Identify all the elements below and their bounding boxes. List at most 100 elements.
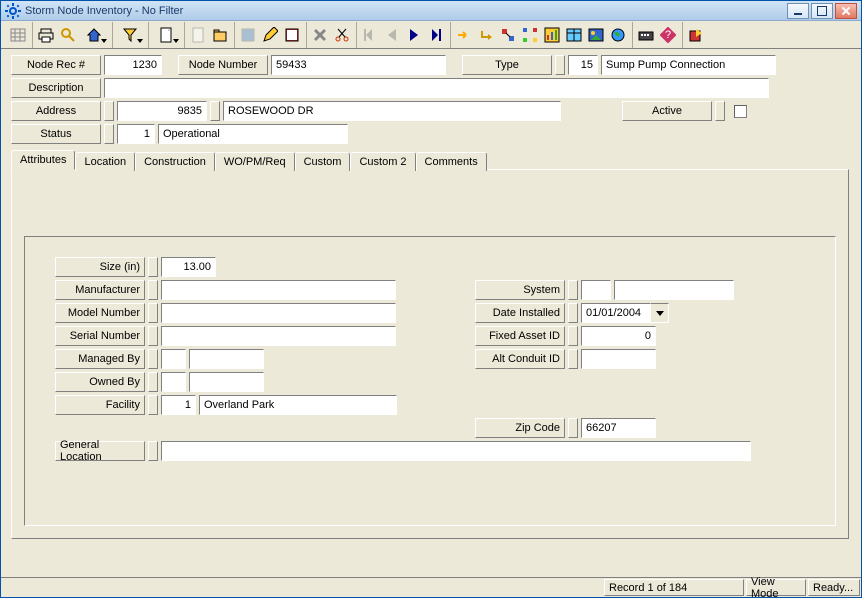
node-rec-field[interactable]: 1230 <box>104 55 162 75</box>
date-dropdown-button[interactable] <box>651 303 669 323</box>
node-number-field[interactable]: 59433 <box>271 55 446 75</box>
status-desc-field[interactable]: Operational <box>158 124 348 144</box>
cut-icon[interactable] <box>331 24 353 46</box>
date-installed-field[interactable]: 01/01/2004 <box>581 303 651 323</box>
tab-custom2[interactable]: Custom 2 <box>350 152 415 171</box>
facility-code-field[interactable]: 1 <box>161 395 196 415</box>
node-rec-label: Node Rec # <box>11 55 101 75</box>
new-icon[interactable] <box>187 24 209 46</box>
alt-conduit-label: Alt Conduit ID <box>475 349 565 369</box>
status-label: Status <box>11 124 101 144</box>
keyboard-icon[interactable] <box>635 24 657 46</box>
tab-wo-pm-req[interactable]: WO/PM/Req <box>215 152 295 171</box>
status-ready: Ready... <box>808 579 860 596</box>
tab-location[interactable]: Location <box>75 152 135 171</box>
active-label: Active <box>622 101 712 121</box>
type-desc-field[interactable]: Sump Pump Connection <box>601 55 776 75</box>
managed-lookup[interactable] <box>148 349 158 369</box>
active-lookup[interactable] <box>715 101 725 121</box>
window-title: Storm Node Inventory - No Filter <box>25 5 787 17</box>
system-field[interactable] <box>614 280 734 300</box>
help-icon[interactable]: ? <box>657 24 679 46</box>
size-lookup[interactable] <box>148 257 158 277</box>
manufacturer-label: Manufacturer <box>55 280 145 300</box>
exit-icon[interactable] <box>685 24 707 46</box>
tab-construction[interactable]: Construction <box>135 152 215 171</box>
manufacturer-field[interactable] <box>161 280 396 300</box>
managed-field[interactable] <box>189 349 264 369</box>
tab-strip: Attributes Location Construction WO/PM/R… <box>11 150 849 169</box>
image-icon[interactable] <box>585 24 607 46</box>
filter-icon[interactable] <box>115 24 145 46</box>
facility-field[interactable]: Overland Park <box>199 395 397 415</box>
goto-icon[interactable] <box>453 24 475 46</box>
next-icon[interactable] <box>403 24 425 46</box>
print-icon[interactable] <box>35 24 57 46</box>
active-checkbox[interactable] <box>734 105 747 118</box>
home-icon[interactable] <box>79 24 109 46</box>
size-field[interactable]: 13.00 <box>161 257 216 277</box>
refresh-icon[interactable] <box>475 24 497 46</box>
link-icon[interactable] <box>497 24 519 46</box>
grid-icon[interactable] <box>7 24 29 46</box>
first-icon[interactable] <box>359 24 381 46</box>
tab-content: Size (in) 13.00 Manufacturer Model Numbe… <box>11 169 849 539</box>
svg-text:?: ? <box>665 29 671 41</box>
status-lookup[interactable] <box>104 124 114 144</box>
book-icon[interactable] <box>281 24 303 46</box>
manufacturer-lookup[interactable] <box>148 280 158 300</box>
system-code-field[interactable] <box>581 280 611 300</box>
fixed-asset-lookup[interactable] <box>568 326 578 346</box>
delete-icon[interactable] <box>309 24 331 46</box>
address-street-field[interactable]: ROSEWOOD DR <box>223 101 561 121</box>
managed-code-field[interactable] <box>161 349 186 369</box>
general-loc-field[interactable] <box>161 441 751 461</box>
maximize-button[interactable] <box>811 3 833 19</box>
tab-custom[interactable]: Custom <box>295 152 351 171</box>
last-icon[interactable] <box>425 24 447 46</box>
zip-lookup[interactable] <box>568 418 578 438</box>
owned-field[interactable] <box>189 372 264 392</box>
serial-lookup[interactable] <box>148 326 158 346</box>
model-lookup[interactable] <box>148 303 158 323</box>
type-label: Type <box>462 55 552 75</box>
open-icon[interactable] <box>209 24 231 46</box>
tab-attributes[interactable]: Attributes <box>11 150 75 170</box>
status-code-field[interactable]: 1 <box>117 124 155 144</box>
system-lookup[interactable] <box>568 280 578 300</box>
close-button[interactable] <box>835 3 857 19</box>
date-lookup[interactable] <box>568 303 578 323</box>
model-label: Model Number <box>55 303 145 323</box>
table-icon[interactable] <box>563 24 585 46</box>
document-icon[interactable] <box>151 24 181 46</box>
serial-field[interactable] <box>161 326 396 346</box>
type-code-field[interactable]: 15 <box>568 55 598 75</box>
node-number-label: Node Number <box>178 55 268 75</box>
alt-conduit-lookup[interactable] <box>568 349 578 369</box>
description-label: Description <box>11 78 101 98</box>
type-lookup[interactable] <box>555 55 565 75</box>
zip-field[interactable]: 66207 <box>581 418 656 438</box>
fixed-asset-field[interactable]: 0 <box>581 326 656 346</box>
tab-comments[interactable]: Comments <box>416 152 487 171</box>
street-lookup[interactable] <box>210 101 220 121</box>
fixed-asset-label: Fixed Asset ID <box>475 326 565 346</box>
save-icon[interactable] <box>237 24 259 46</box>
chart-icon[interactable] <box>541 24 563 46</box>
facility-lookup[interactable] <box>148 395 158 415</box>
alt-conduit-field[interactable] <box>581 349 656 369</box>
find-icon[interactable] <box>57 24 79 46</box>
address-num-field[interactable]: 9835 <box>117 101 207 121</box>
address-lookup[interactable] <box>104 101 114 121</box>
toolbar: ? <box>1 21 861 49</box>
description-field[interactable] <box>104 78 769 98</box>
prev-icon[interactable] <box>381 24 403 46</box>
model-field[interactable] <box>161 303 396 323</box>
tree-icon[interactable] <box>519 24 541 46</box>
minimize-button[interactable] <box>787 3 809 19</box>
edit-icon[interactable] <box>259 24 281 46</box>
owned-lookup[interactable] <box>148 372 158 392</box>
owned-code-field[interactable] <box>161 372 186 392</box>
general-loc-lookup[interactable] <box>148 441 158 461</box>
globe-icon[interactable] <box>607 24 629 46</box>
